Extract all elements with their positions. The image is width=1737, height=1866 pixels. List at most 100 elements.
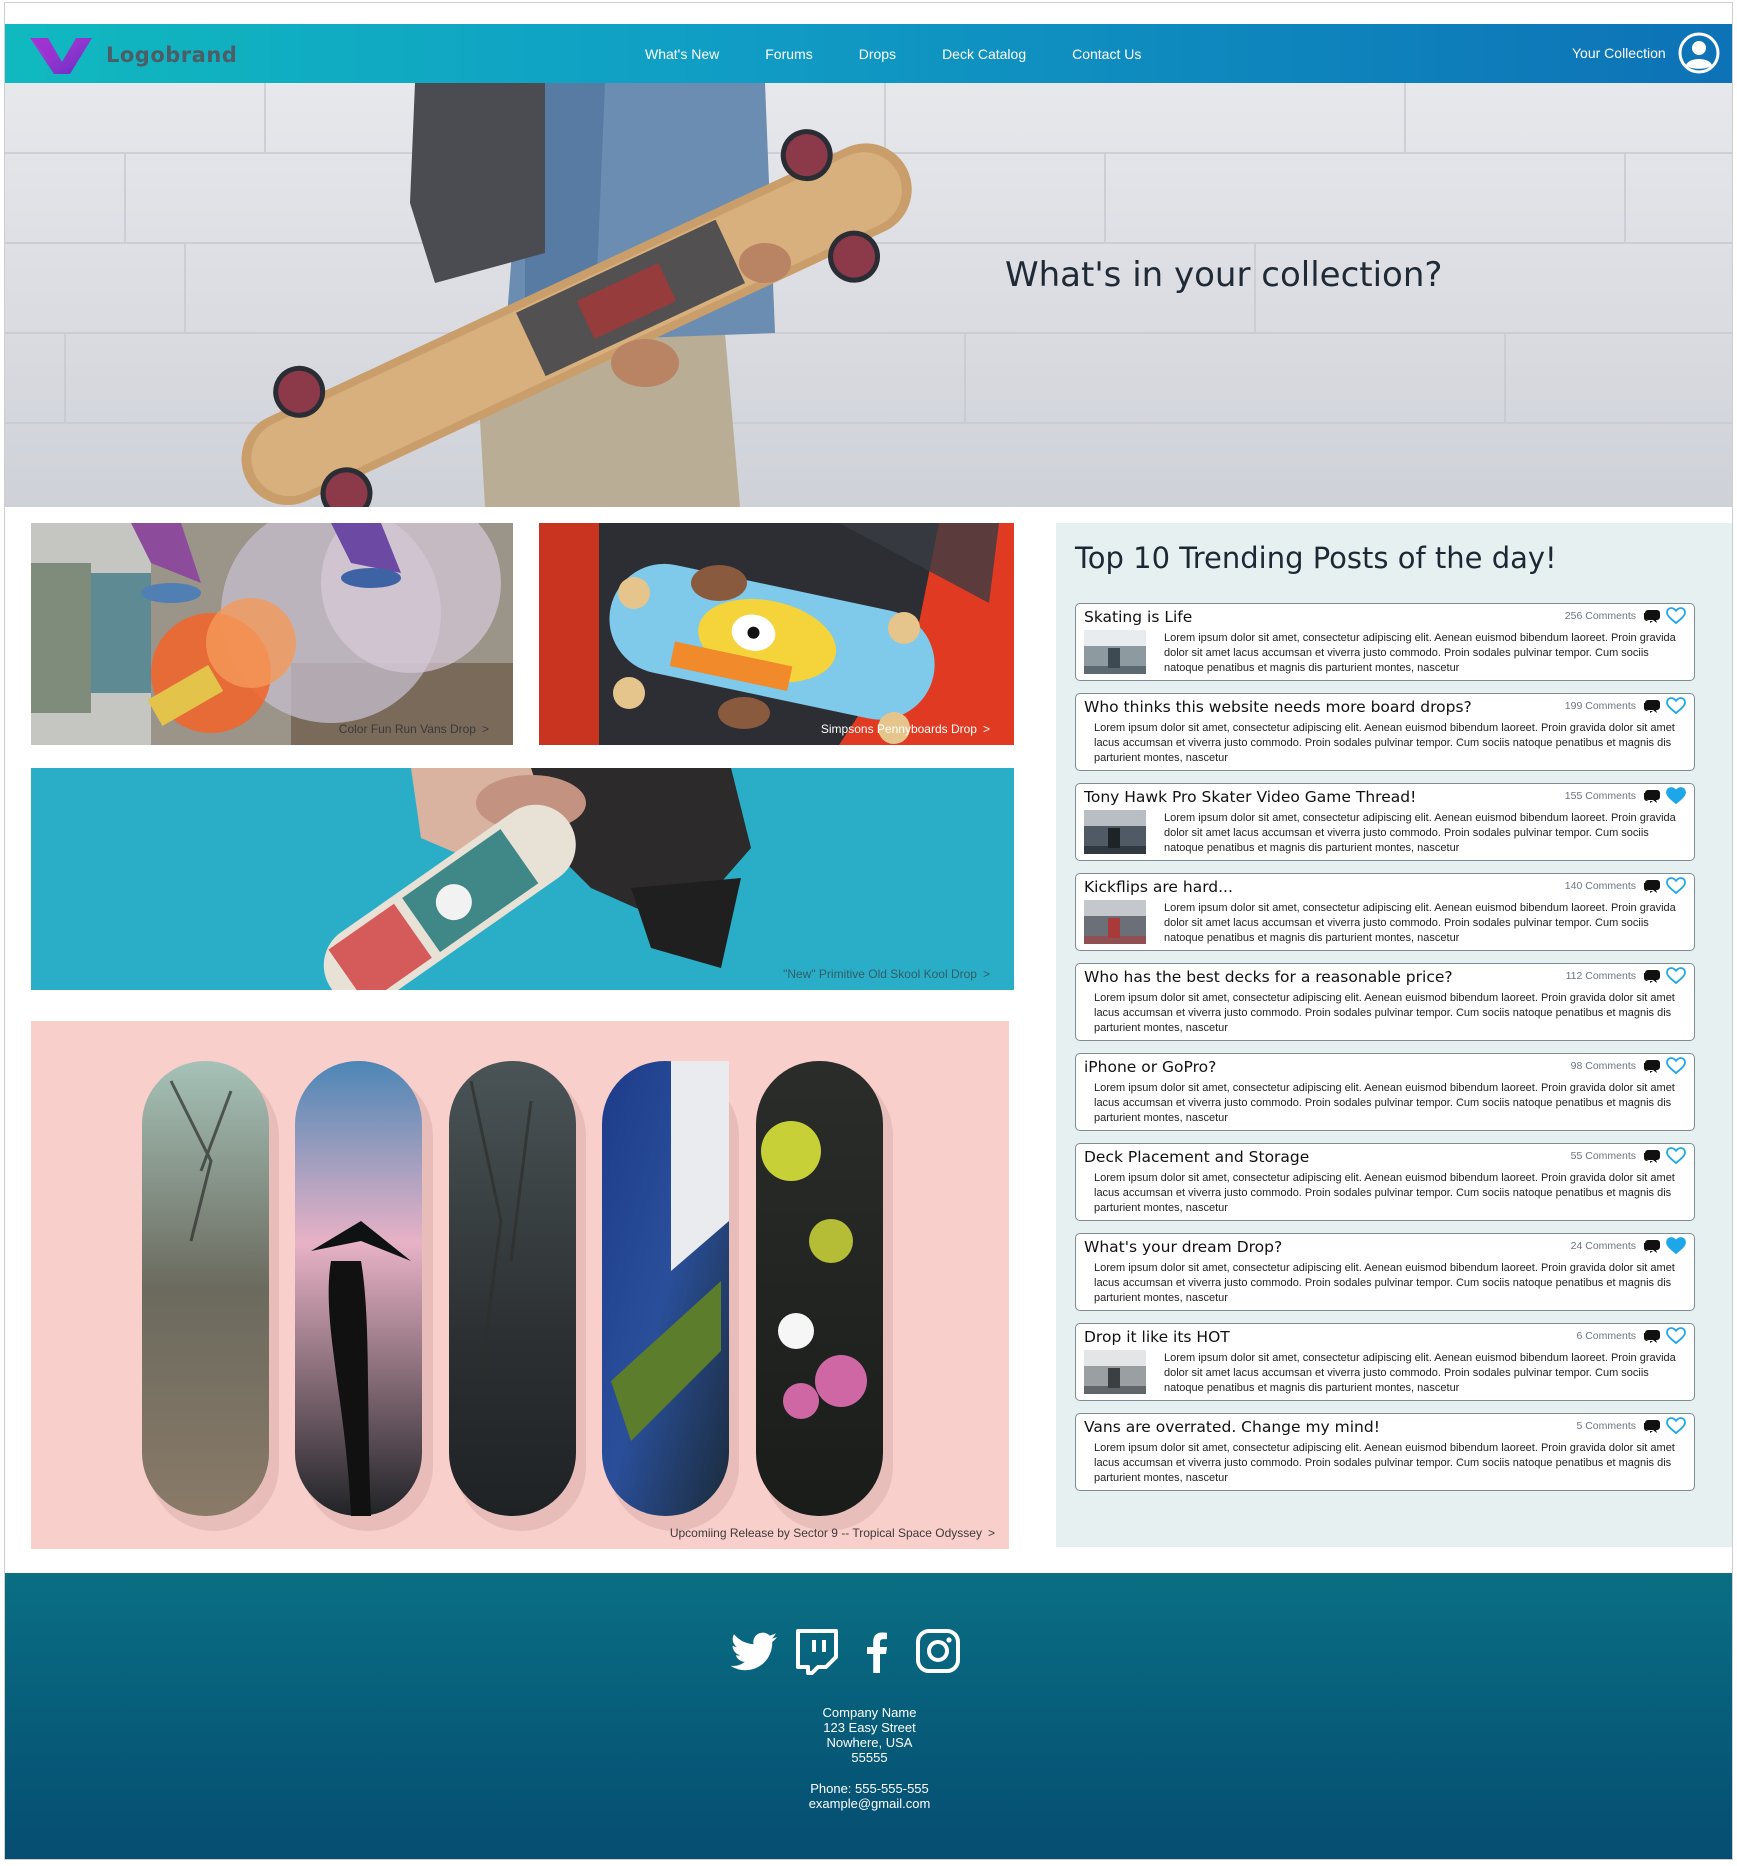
nav-deck-catalog[interactable]: Deck Catalog — [942, 46, 1026, 62]
comments-icon[interactable] — [1642, 788, 1660, 804]
trending-post[interactable]: Who has the best decks for a reasonable … — [1075, 963, 1695, 1041]
comment-count[interactable]: 140 Comments — [1565, 880, 1636, 892]
chevron-right-icon: > — [481, 722, 489, 736]
nav-links: What's New Forums Drops Deck Catalog Con… — [645, 24, 1187, 83]
trending-post[interactable]: Deck Placement and Storage 55 Comments Lor… — [1075, 1143, 1695, 1221]
nav-whats-new[interactable]: What's New — [645, 46, 719, 62]
tile-caption: Upcomiing Release by Sector 9 -- Tropica… — [669, 1526, 995, 1540]
comments-icon[interactable] — [1642, 968, 1660, 984]
post-excerpt: Lorem ipsum dolor sit amet, consectetur … — [1164, 632, 1676, 674]
facebook-icon[interactable] — [853, 1627, 901, 1675]
social-links — [731, 1627, 975, 1675]
comments-icon[interactable] — [1642, 698, 1660, 714]
comments-icon[interactable] — [1642, 878, 1660, 894]
comments-icon[interactable] — [1642, 608, 1660, 624]
footer-contact: Phone: 555-555-555 example@gmail.com — [5, 1781, 1732, 1811]
top-nav: Logobrand What's New Forums Drops Deck C… — [5, 24, 1732, 83]
post-thumbnail — [1084, 630, 1146, 674]
user-avatar-icon[interactable] — [1678, 32, 1720, 74]
comment-count[interactable]: 6 Comments — [1576, 1330, 1636, 1342]
trending-post[interactable]: What's your dream Drop? 24 Comments Lorem … — [1075, 1233, 1695, 1311]
comments-icon[interactable] — [1642, 1058, 1660, 1074]
post-excerpt: Lorem ipsum dolor sit amet, consectetur … — [1094, 722, 1675, 764]
post-title[interactable]: iPhone or GoPro? — [1084, 1058, 1216, 1076]
post-thumbnail — [1084, 810, 1146, 854]
comments-icon[interactable] — [1642, 1328, 1660, 1344]
comment-count[interactable]: 55 Comments — [1571, 1150, 1636, 1162]
drop-tile-simpsons[interactable]: Simpsons Pennyboards Drop > — [539, 523, 1014, 745]
comment-count[interactable]: 98 Comments — [1571, 1060, 1636, 1072]
like-heart-icon[interactable] — [1666, 607, 1686, 625]
post-title[interactable]: Drop it like its HOT — [1084, 1328, 1230, 1346]
post-excerpt: Lorem ipsum dolor sit amet, consectetur … — [1094, 1442, 1675, 1484]
like-heart-icon[interactable] — [1666, 967, 1686, 985]
like-heart-icon[interactable] — [1666, 1057, 1686, 1075]
post-title[interactable]: Who thinks this website needs more board… — [1084, 698, 1472, 716]
comment-count[interactable]: 24 Comments — [1571, 1240, 1636, 1252]
drop-tile-primitive[interactable]: "New" Primitive Old Skool Kool Drop > — [31, 768, 1014, 990]
like-heart-icon[interactable] — [1666, 1147, 1686, 1165]
tile-caption: Simpsons Pennyboards Drop > — [820, 722, 990, 736]
comment-count[interactable]: 112 Comments — [1566, 970, 1636, 982]
nav-contact-us[interactable]: Contact Us — [1072, 46, 1141, 62]
chevron-right-icon: > — [987, 1526, 995, 1540]
post-title[interactable]: What's your dream Drop? — [1084, 1238, 1282, 1256]
comments-icon[interactable] — [1642, 1148, 1660, 1164]
trending-title: Top 10 Trending Posts of the day! — [1075, 541, 1557, 575]
phone-number[interactable]: Phone: 555-555-555 — [5, 1781, 1732, 1796]
post-excerpt: Lorem ipsum dolor sit amet, consectetur … — [1094, 1172, 1675, 1214]
post-title[interactable]: Deck Placement and Storage — [1084, 1148, 1309, 1166]
like-heart-icon[interactable] — [1666, 1327, 1686, 1345]
post-title[interactable]: Tony Hawk Pro Skater Video Game Thread! — [1084, 788, 1416, 806]
like-heart-icon[interactable] — [1666, 1237, 1686, 1255]
post-excerpt: Lorem ipsum dolor sit amet, consectetur … — [1164, 812, 1676, 854]
like-heart-icon[interactable] — [1666, 697, 1686, 715]
trending-post[interactable]: Drop it like its HOT 6 Comments Lorem ipsu… — [1075, 1323, 1695, 1401]
your-collection-link[interactable]: Your Collection — [1572, 45, 1666, 61]
twitter-icon[interactable] — [731, 1627, 779, 1675]
simpsons-pennyboard-image — [539, 523, 1014, 745]
post-excerpt: Lorem ipsum dolor sit amet, consectetur … — [1094, 1082, 1675, 1124]
like-heart-icon[interactable] — [1666, 877, 1686, 895]
comment-count[interactable]: 155 Comments — [1565, 790, 1636, 802]
trending-post[interactable]: Who thinks this website needs more board… — [1075, 693, 1695, 771]
comment-count[interactable]: 256 Comments — [1565, 610, 1636, 622]
comments-icon[interactable] — [1642, 1238, 1660, 1254]
footer-address: Company Name 123 Easy Street Nowhere, US… — [5, 1705, 1732, 1765]
post-excerpt: Lorem ipsum dolor sit amet, consectetur … — [1094, 992, 1675, 1034]
trending-post[interactable]: Vans are overrated. Change my mind! 5 Com… — [1075, 1413, 1695, 1491]
post-excerpt: Lorem ipsum dolor sit amet, consectetur … — [1164, 1352, 1676, 1394]
comment-count[interactable]: 199 Comments — [1565, 700, 1636, 712]
sector9-decks-image — [31, 1021, 1009, 1549]
post-title[interactable]: Skating is Life — [1084, 608, 1192, 626]
trending-post[interactable]: Kickflips are hard... 140 Comments Lorem i… — [1075, 873, 1695, 951]
post-excerpt: Lorem ipsum dolor sit amet, consectetur … — [1094, 1262, 1675, 1304]
drop-tile-color-fun-run[interactable]: Color Fun Run Vans Drop > — [31, 523, 513, 745]
logo-text[interactable]: Logobrand — [106, 43, 237, 67]
chevron-right-icon: > — [982, 722, 990, 736]
tile-caption: Color Fun Run Vans Drop > — [338, 722, 489, 736]
instagram-icon[interactable] — [914, 1627, 962, 1675]
trending-panel: Top 10 Trending Posts of the day! Skatin… — [1056, 523, 1732, 1547]
like-heart-icon[interactable] — [1666, 1417, 1686, 1435]
zip-code: 55555 — [851, 1750, 888, 1765]
drop-tile-sector9[interactable]: Upcomiing Release by Sector 9 -- Tropica… — [31, 1021, 1009, 1549]
trending-post[interactable]: Tony Hawk Pro Skater Video Game Thread! 1… — [1075, 783, 1695, 861]
like-heart-icon[interactable] — [1666, 787, 1686, 805]
trending-post[interactable]: Skating is Life 256 Comments Lorem ipsum d… — [1075, 603, 1695, 681]
hero-skateboard-image — [5, 83, 1732, 507]
post-title[interactable]: Who has the best decks for a reasonable … — [1084, 968, 1453, 986]
post-title[interactable]: Kickflips are hard... — [1084, 878, 1233, 896]
comment-count[interactable]: 5 Comments — [1576, 1420, 1636, 1432]
logo-icon[interactable] — [30, 36, 94, 76]
twitch-icon[interactable] — [792, 1627, 840, 1675]
post-title[interactable]: Vans are overrated. Change my mind! — [1084, 1418, 1380, 1436]
nav-drops[interactable]: Drops — [859, 46, 896, 62]
hero-banner: What's in your collection? — [5, 83, 1732, 507]
email-link[interactable]: example@gmail.com — [5, 1796, 1732, 1811]
chevron-right-icon: > — [982, 967, 990, 981]
company-name: Company Name — [822, 1705, 917, 1720]
nav-forums[interactable]: Forums — [765, 46, 812, 62]
trending-post[interactable]: iPhone or GoPro? 98 Comments Lorem ipsum d… — [1075, 1053, 1695, 1131]
comments-icon[interactable] — [1642, 1418, 1660, 1434]
